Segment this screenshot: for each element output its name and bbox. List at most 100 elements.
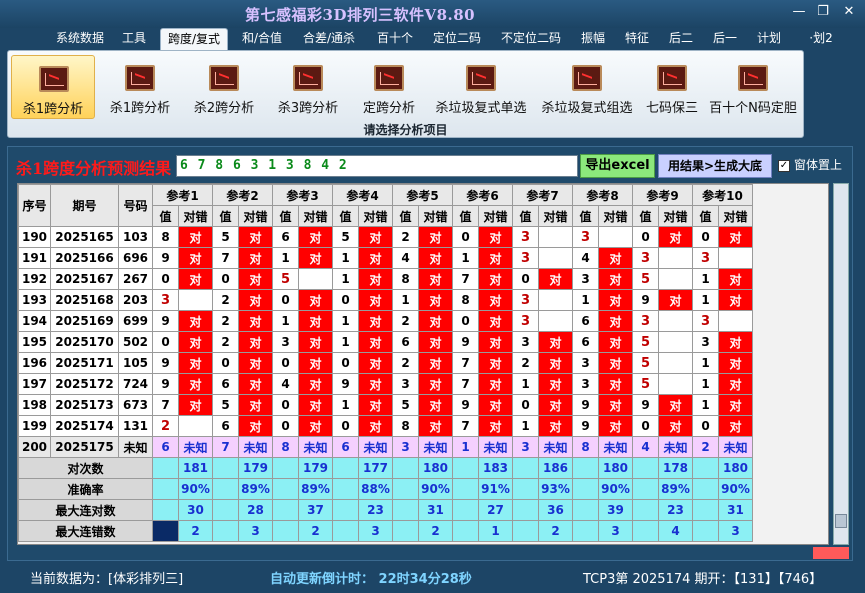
table-cell: 2025174 (50, 415, 119, 437)
table-row[interactable]: 191 2025166 696 9 对 7 对 1 对 1 对 4 对 1 对 3 4 对 3 3 (18, 247, 753, 269)
table-cell: 3 (512, 289, 539, 311)
topmost-checkbox[interactable]: ✓ 窗体置上 (778, 156, 842, 173)
table-cell: 9 (572, 415, 599, 437)
table-cell: 对 (538, 415, 573, 437)
table-cell: 5 (332, 226, 359, 248)
table-cell: 7 (152, 394, 179, 416)
header-ref: 参考3 (272, 184, 333, 206)
menu-amplitude[interactable]: 振幅 (576, 28, 610, 50)
ribbon-kill3-span[interactable]: 杀3跨分析 (266, 55, 350, 119)
header-ref: 参考4 (332, 184, 393, 206)
menu-tools[interactable]: 工具 (115, 28, 153, 50)
table-cell: 未知 (538, 436, 573, 458)
menu-last-two[interactable]: 后二 (664, 28, 698, 50)
menu-feature[interactable]: 特征 (620, 28, 654, 50)
menu-span-combo[interactable]: 跨度/复式 (160, 28, 228, 50)
ribbon-kill1-span[interactable]: 杀1跨分析 (98, 55, 182, 119)
table-row-unknown[interactable]: 200 2025175 未知 6 未知 7 未知 8 未知 6 未知 3 未知 1 未知 3 未知 8 未知 4 未知 2… (18, 436, 753, 458)
stat-spacer (452, 520, 479, 542)
close-icon[interactable]: ✕ (838, 4, 860, 19)
header-value: 值 (212, 205, 239, 227)
table-cell: 对 (598, 394, 633, 416)
minimize-icon[interactable]: — (788, 4, 810, 19)
menu-position[interactable]: 百十个 (370, 28, 420, 50)
table-cell: 1 (332, 268, 359, 290)
maximize-icon[interactable]: ❐ (812, 4, 834, 19)
stat-spacer (512, 520, 539, 542)
vertical-scrollbar[interactable] (833, 183, 849, 545)
header-ref: 参考6 (452, 184, 513, 206)
data-grid[interactable]: 序号 期号 号码 参考1 参考2 参考3 参考4 参考5 参考6 参考7 参考8 参考9 参考10 值对错… (17, 183, 829, 545)
table-cell: 对 (658, 226, 693, 248)
menu-unfixed-two[interactable]: 不定位二码 (496, 28, 566, 50)
stat-value: 36 (538, 499, 573, 521)
table-row[interactable]: 196 2025171 105 9 对 0 对 0 对 0 对 2 对 7 对 2 对 3 对 5 1 对 (18, 352, 753, 374)
table-cell: 4 (632, 436, 659, 458)
menu-fixed-two[interactable]: 定位二码 (428, 28, 486, 50)
ribbon-fixed-span[interactable]: 定跨分析 (350, 55, 428, 119)
table-cell: 对 (418, 373, 453, 395)
ribbon-kill1-span-selected[interactable]: 杀1跨分析 (11, 55, 95, 119)
table-row[interactable]: 197 2025172 724 9 对 6 对 4 对 9 对 3 对 7 对 1 对 3 对 5 1 对 (18, 373, 753, 395)
stat-spacer (212, 499, 239, 521)
table-cell: 2025168 (50, 289, 119, 311)
table-cell: 未知 (238, 436, 273, 458)
menu-bar: 系统数据 工具 跨度/复式 和/合值 合差/通杀 百十个 定位二码 不定位二码 … (0, 28, 865, 50)
menu-diff[interactable]: 合差/通杀 (298, 28, 360, 50)
table-cell: 2025172 (50, 373, 119, 395)
ribbon-seven-keep-three[interactable]: 七码保三 (640, 55, 704, 119)
stat-value: 4 (658, 520, 693, 542)
header-value: 值 (632, 205, 659, 227)
table-row[interactable]: 192 2025167 267 0 对 0 对 5 1 对 8 对 7 对 0 对 3 对 5 1 对 (18, 268, 753, 290)
table-cell: 2 (212, 289, 239, 311)
stat-spacer (392, 478, 419, 500)
table-row[interactable]: 199 2025174 131 2 6 对 0 对 0 对 8 对 7 对 1 对 9 对 0 对 0 对 (18, 415, 753, 437)
stat-spacer (152, 478, 179, 500)
table-cell: 未知 (718, 436, 753, 458)
table-cell: 对 (598, 268, 633, 290)
ribbon-n-code[interactable]: 百十个N码定胆 (704, 55, 802, 119)
header-value: 值 (452, 205, 479, 227)
table-cell: 未知 (418, 436, 453, 458)
stat-spacer (332, 457, 359, 479)
table-row[interactable]: 190 2025165 103 8 对 5 对 6 对 5 对 2 对 0 对 3 3 0 对 0 对 (18, 226, 753, 248)
table-cell: 对 (718, 331, 753, 353)
table-cell: 1 (272, 247, 299, 269)
table-row[interactable]: 195 2025170 502 0 对 2 对 3 对 1 对 6 对 9 对 3 对 6 对 5 3 对 (18, 331, 753, 353)
table-cell: 1 (512, 415, 539, 437)
export-excel-button[interactable]: 导出excel (580, 154, 655, 178)
result-field[interactable]: 6 7 8 6 3 1 3 8 4 2 (176, 155, 578, 177)
header-result: 对错 (718, 205, 753, 227)
generate-base-button[interactable]: 用结果>生成大底 (658, 154, 772, 178)
stat-label: 对次数 (18, 457, 153, 479)
header-ref: 参考1 (152, 184, 213, 206)
table-cell: 对 (178, 310, 213, 332)
stat-value: 179 (238, 457, 273, 479)
menu-system-data[interactable]: 系统数据 (50, 28, 110, 50)
header-ref: 参考10 (692, 184, 753, 206)
table-cell: 对 (238, 247, 273, 269)
header-ref: 参考7 (512, 184, 573, 206)
menu-last-one[interactable]: 后一 (708, 28, 742, 50)
scroll-thumb[interactable] (835, 514, 847, 528)
table-row[interactable]: 194 2025169 699 9 对 2 对 1 对 1 对 2 对 0 对 3 6 对 3 3 (18, 310, 753, 332)
stat-spacer (212, 520, 239, 542)
table-cell: 对 (178, 268, 213, 290)
chart-icon (209, 65, 239, 91)
ribbon-junk-group[interactable]: 杀垃圾复式组选 (534, 55, 640, 119)
table-cell: 9 (152, 373, 179, 395)
ribbon-kill2-span[interactable]: 杀2跨分析 (182, 55, 266, 119)
table-cell (658, 352, 693, 374)
table-cell: 对 (418, 394, 453, 416)
header-value: 值 (512, 205, 539, 227)
ribbon-junk-single[interactable]: 杀垃圾复式单选 (428, 55, 534, 119)
table-cell: 5 (632, 373, 659, 395)
menu-plan2[interactable]: ·划2 (804, 28, 838, 50)
menu-sum[interactable]: 和/合值 (236, 28, 288, 50)
table-cell: 对 (718, 373, 753, 395)
stat-spacer (572, 457, 599, 479)
table-row[interactable]: 198 2025173 673 7 对 5 对 0 对 1 对 5 对 9 对 0 对 9 对 9 对 1 对 (18, 394, 753, 416)
table-cell: 8 (392, 268, 419, 290)
table-row[interactable]: 193 2025168 203 3 2 对 0 对 0 对 1 对 8 对 3 1 对 9 对 1 对 (18, 289, 753, 311)
menu-plan[interactable]: 计划 (752, 28, 786, 50)
